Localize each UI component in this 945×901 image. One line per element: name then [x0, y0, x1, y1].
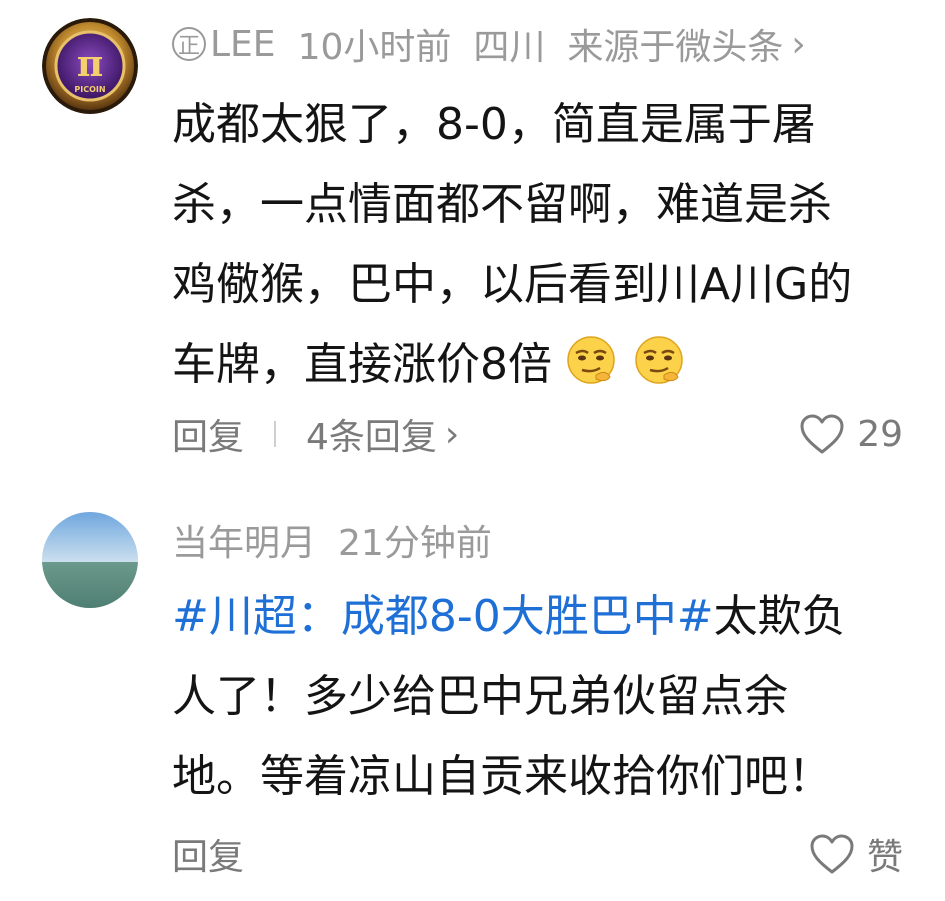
- comment-line: #川超：成都8-0大胜巴中#太欺负: [172, 591, 846, 642]
- sea-sky-avatar-icon: [42, 512, 138, 608]
- source-link[interactable]: 来源于微头条: [567, 18, 783, 70]
- chevron-right-icon: ›: [791, 23, 806, 65]
- verified-badge: 正: [172, 27, 206, 61]
- like-count: 29: [857, 413, 903, 455]
- reply-button[interactable]: 回复: [172, 408, 244, 460]
- comment-item: 当年明月 21分钟前 #川超：成都8-0大胜巴中#太欺负 人了！多少给巴中兄弟伙…: [0, 490, 945, 901]
- timestamp: 21分钟前: [338, 523, 492, 564]
- svg-text:PICOIN: PICOIN: [74, 85, 105, 94]
- chevron-right-icon: ›: [444, 413, 460, 455]
- heart-icon: [800, 414, 844, 454]
- timestamp: 10小时前: [297, 27, 452, 68]
- comment-line: 鸡儆猴，巴中，以后看到川A川G的: [172, 259, 853, 310]
- divider: [274, 421, 277, 447]
- comment-actions: 回复 4条回复 › 29: [172, 408, 903, 460]
- username[interactable]: 当年明月: [172, 514, 316, 566]
- like-button[interactable]: 赞: [809, 828, 903, 880]
- comment-actions: 回复 赞: [172, 828, 903, 880]
- comment-meta: 正 LEE 10小时前 四川 来源于微头条 ›: [172, 18, 806, 70]
- view-replies-button[interactable]: 4条回复 ›: [306, 408, 459, 460]
- user-avatar[interactable]: [42, 512, 138, 608]
- comment-line: 人了！多少给巴中兄弟伙留点余: [172, 671, 788, 722]
- location: 四川: [473, 27, 546, 68]
- pi-coin-icon: π PICOIN: [42, 18, 138, 114]
- smirk-emoji-icon: [567, 336, 615, 384]
- reply-button[interactable]: 回复: [172, 828, 244, 880]
- user-avatar[interactable]: π PICOIN: [42, 18, 138, 114]
- view-replies-label: 4条回复: [306, 417, 437, 458]
- comment-line: 成都太狠了，8-0，简直是属于屠: [172, 99, 816, 150]
- comment-text: #川超：成都8-0大胜巴中#太欺负 人了！多少给巴中兄弟伙留点余 地。等着凉山自…: [172, 577, 912, 817]
- comment-line: 地。等着凉山自贡来收拾你们吧！: [172, 751, 832, 802]
- comment-text: 成都太狠了，8-0，简直是属于屠 杀，一点情面都不留啊，难道是杀 鸡儆猴，巴中，…: [172, 85, 912, 405]
- hashtag-link[interactable]: #川超：成都8-0大胜巴中#: [172, 591, 714, 642]
- comment-meta: 当年明月 21分钟前: [172, 514, 514, 566]
- comment-item: π PICOIN 正 LEE 10小时前 四川 来源于微头条 › 成都太狠了，8…: [0, 0, 945, 490]
- svg-text:π: π: [77, 43, 103, 85]
- comment-line: 车牌，直接涨价8倍: [172, 325, 912, 405]
- smirk-emoji-icon: [635, 336, 683, 384]
- like-button[interactable]: 29: [799, 413, 903, 455]
- username[interactable]: LEE: [210, 24, 276, 65]
- heart-icon: [810, 834, 854, 874]
- like-label: 赞: [866, 837, 903, 878]
- comment-line: 杀，一点情面都不留啊，难道是杀: [172, 179, 832, 230]
